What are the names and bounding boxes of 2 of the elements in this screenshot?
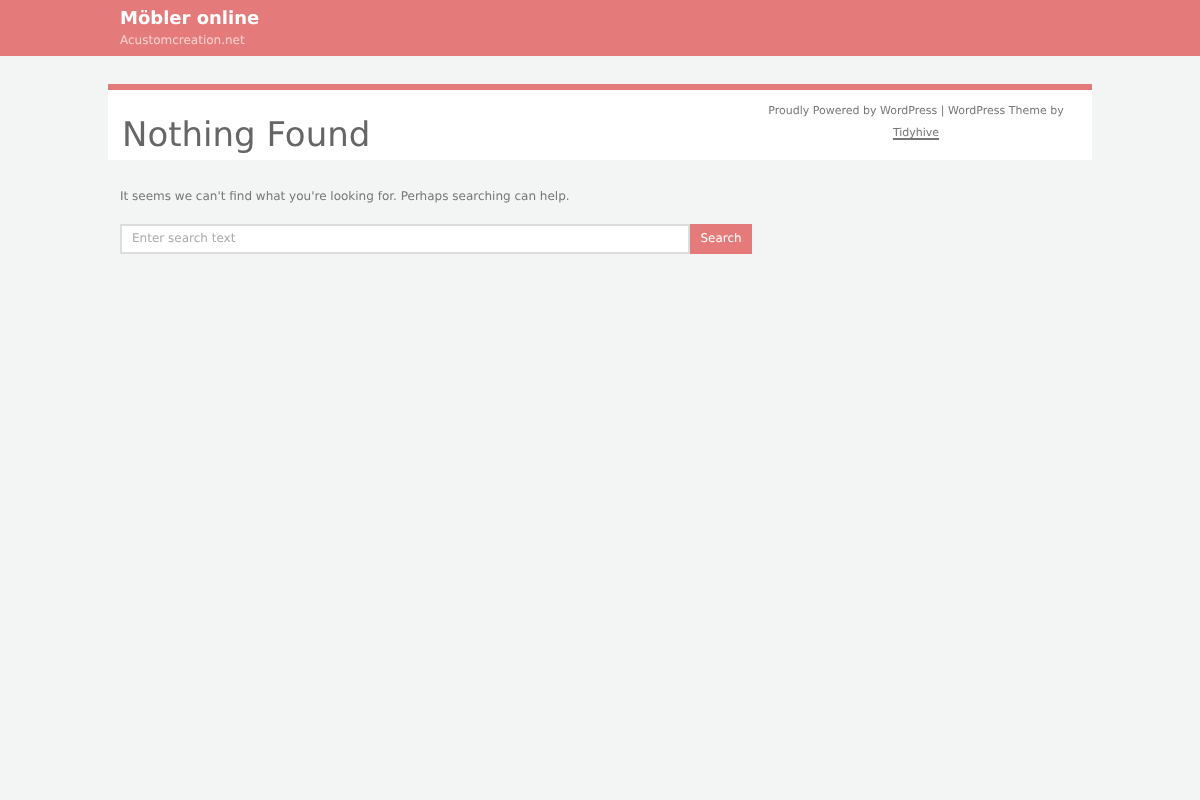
site-title[interactable]: Möbler online: [120, 8, 1200, 32]
page-title: Nothing Found: [122, 116, 371, 160]
